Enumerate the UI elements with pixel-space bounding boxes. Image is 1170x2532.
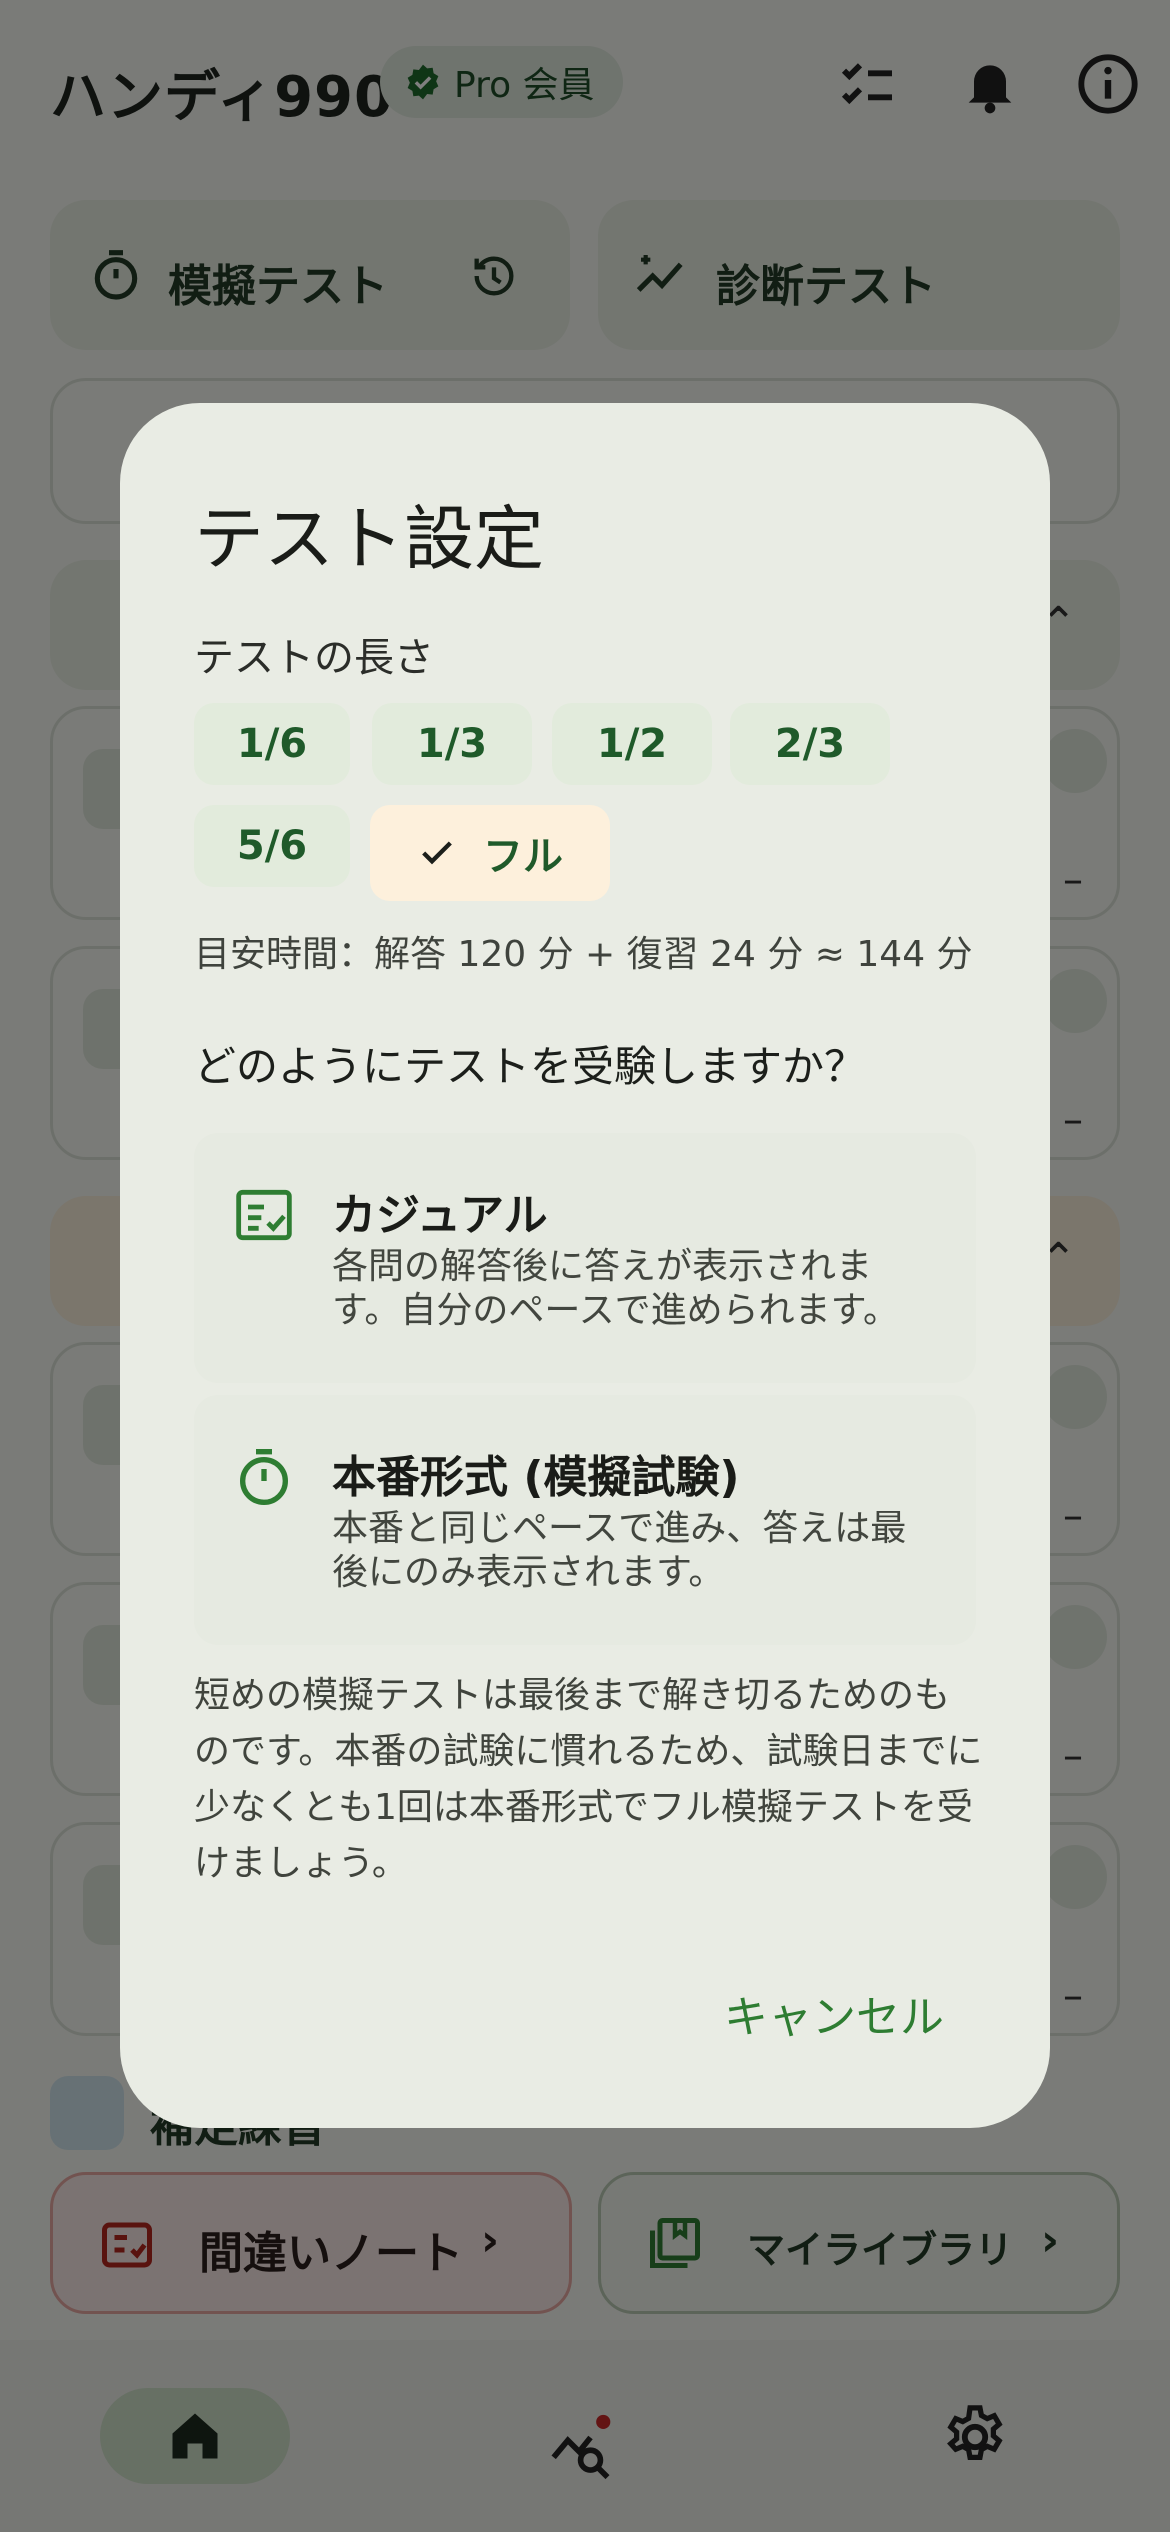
length-chip-1-6[interactable]: 1/6 bbox=[194, 703, 350, 785]
mode-option-exam[interactable]: 本番形式 (模擬試験) 本番と同じペースで進み、答えは最後にのみ表示されます。 bbox=[194, 1395, 976, 1645]
length-chip-1-3[interactable]: 1/3 bbox=[372, 703, 532, 785]
estimated-time: 目安時間：解答 120 分 + 復習 24 分 ≈ 144 分 bbox=[194, 934, 973, 975]
length-chip-1-2[interactable]: 1/2 bbox=[552, 703, 712, 785]
mode-exam-description: 本番と同じペースで進み、答えは最後にのみ表示されます。 bbox=[332, 1508, 907, 1593]
length-chip-5-6[interactable]: 5/6 bbox=[194, 805, 350, 887]
test-length-label: テストの長さ bbox=[194, 635, 434, 681]
test-settings-dialog: テスト設定 テストの長さ 1/6 1/3 1/2 2/3 5/6 フル 目安時間… bbox=[120, 403, 1050, 2128]
length-chip-2-3[interactable]: 2/3 bbox=[730, 703, 890, 785]
mode-exam-title: 本番形式 (模擬試験) bbox=[332, 1452, 740, 1503]
length-chip-full[interactable]: フル bbox=[370, 805, 610, 901]
length-chip-full-label: フル bbox=[483, 834, 563, 880]
checkmark-icon bbox=[422, 841, 452, 865]
mode-casual-description: 各問の解答後に答えが表示されます。自分のペースで進められます。 bbox=[332, 1246, 900, 1331]
cancel-button[interactable]: キャンセル bbox=[724, 1981, 944, 2045]
dialog-note: 短めの模擬テストは最後まで解き切るためのものです。本番の試験に慣れるため、試験日… bbox=[194, 1675, 983, 1884]
mode-option-casual[interactable]: カジュアル 各問の解答後に答えが表示されます。自分のペースで進められます。 bbox=[194, 1133, 976, 1383]
checklist-box-icon bbox=[232, 1183, 296, 1247]
mode-question: どのようにテストを受験しますか？ bbox=[194, 1042, 867, 1091]
dialog-title: テスト設定 bbox=[194, 498, 544, 580]
timer-icon bbox=[232, 1445, 296, 1509]
mode-casual-title: カジュアル bbox=[332, 1190, 548, 1241]
